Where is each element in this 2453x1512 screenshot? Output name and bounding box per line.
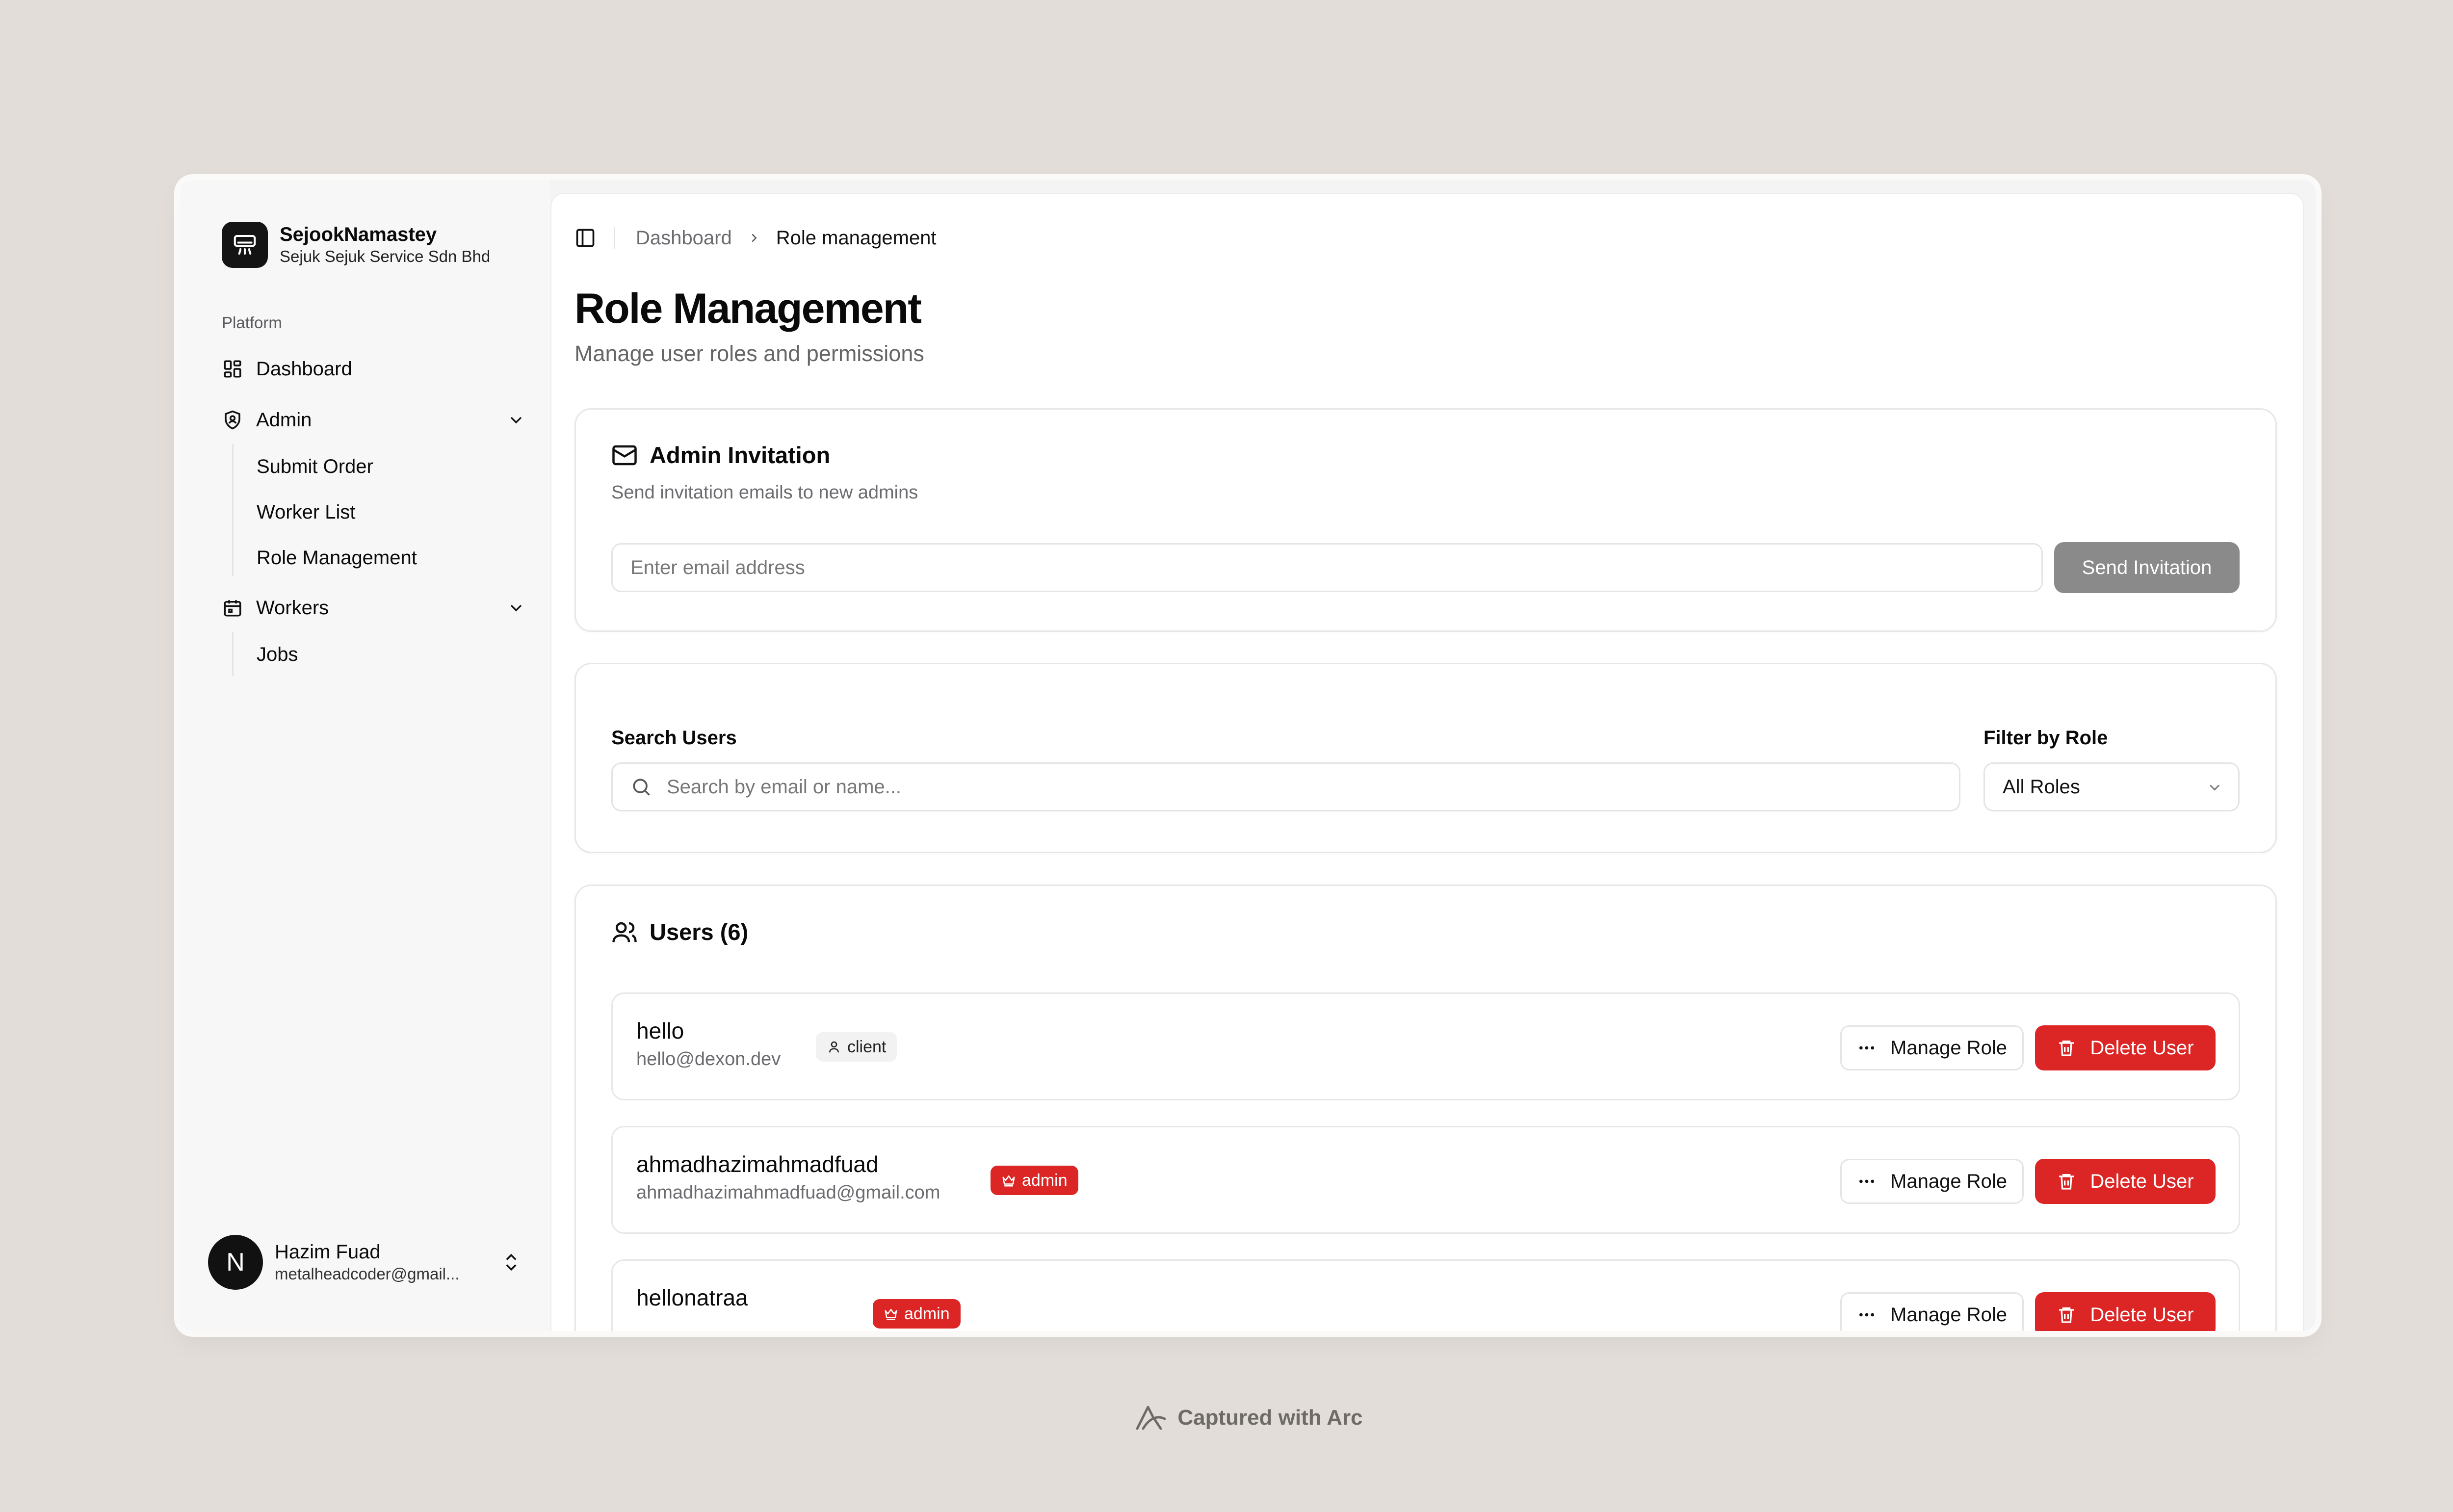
top-bar: Dashboard Role management [574, 223, 937, 253]
card-title: Admin Invitation [650, 442, 831, 468]
mail-icon [611, 442, 638, 469]
user-icon [827, 1040, 841, 1054]
brand-name: SejookNamastey [280, 224, 437, 245]
brand-logo-icon [222, 222, 268, 268]
role-badge: admin [873, 1299, 961, 1329]
chevron-right-icon [747, 231, 761, 245]
trash-icon [2057, 1172, 2076, 1191]
role-filter-value: All Roles [2003, 776, 2080, 798]
admin-invitation-card: Admin Invitation Send invitation emails … [574, 408, 2277, 632]
users-card: Users (6) hello hello@dexon.dev client M… [574, 885, 2277, 1331]
sidebar-item-admin[interactable]: Admin [222, 400, 526, 440]
sidebar-item-label: Dashboard [256, 358, 352, 380]
chevron-down-icon [2206, 779, 2223, 796]
capture-footer: Captured with Arc [0, 1403, 2453, 1433]
crown-icon [884, 1306, 898, 1321]
role-badge-label: client [847, 1037, 887, 1056]
delete-user-label: Delete User [2090, 1170, 2194, 1192]
user-menu[interactable]: N Hazim Fuad metalheadcoder@gmail... [208, 1235, 522, 1290]
page-subtitle: Manage user roles and permissions [574, 341, 924, 366]
breadcrumb-dashboard[interactable]: Dashboard [636, 227, 732, 249]
user-row-name: hello [636, 1018, 684, 1043]
invite-email-input[interactable]: Enter email address [611, 543, 2043, 592]
brand-company: Sejuk Sejuk Service Sdn Bhd [280, 247, 491, 265]
chevron-down-icon [506, 598, 526, 618]
card-description: Send invitation emails to new admins [611, 482, 918, 503]
user-row-email: ahmadhazimahmadfuad@gmail.com [636, 1182, 940, 1203]
submenu-guide [232, 444, 234, 576]
user-row-name: hellonatraa [636, 1285, 748, 1310]
arc-logo-icon [1133, 1403, 1169, 1433]
send-invitation-button[interactable]: Send Invitation [2054, 542, 2240, 593]
sidebar-item-label: Workers [256, 597, 329, 619]
delete-user-button[interactable]: Delete User [2035, 1292, 2216, 1331]
manage-role-label: Manage Role [1890, 1170, 2007, 1192]
shield-user-icon [222, 409, 243, 431]
brand-switcher[interactable]: SejookNamastey Sejuk Sejuk Service Sdn B… [222, 222, 490, 268]
filter-role-label: Filter by Role [1983, 727, 2108, 749]
sidebar-item-submit-order[interactable]: Submit Order [257, 447, 373, 486]
user-row: hello hello@dexon.dev client Manage Role [611, 992, 2240, 1100]
user-row: hellonatraa admin Manage Role Delete Use… [611, 1259, 2240, 1331]
sidebar-toggle-icon[interactable] [574, 227, 596, 249]
main-content: Dashboard Role management Role Managemen… [550, 193, 2304, 1331]
breadcrumb-current: Role management [776, 227, 937, 249]
search-placeholder: Search by email or name... [667, 776, 901, 798]
users-title: Users (6) [650, 919, 749, 945]
role-badge-label: admin [904, 1304, 950, 1323]
users-icon [611, 919, 638, 945]
app-window: SejookNamastey Sejuk Sejuk Service Sdn B… [180, 180, 2316, 1331]
trash-icon [2057, 1305, 2076, 1325]
role-badge-label: admin [1022, 1171, 1068, 1190]
manage-role-label: Manage Role [1890, 1303, 2007, 1326]
user-row: ahmadhazimahmadfuad ahmadhazimahmadfuad@… [611, 1126, 2240, 1234]
manage-role-button[interactable]: Manage Role [1840, 1025, 2024, 1070]
user-row-name: ahmadhazimahmadfuad [636, 1151, 879, 1177]
chevrons-up-down-icon [500, 1251, 522, 1276]
search-input[interactable]: Search by email or name... [611, 762, 1960, 811]
manage-role-label: Manage Role [1890, 1037, 2007, 1059]
role-badge: admin [991, 1166, 1078, 1195]
sidebar-item-role-management[interactable]: Role Management [257, 538, 417, 577]
more-horizontal-icon [1857, 1038, 1877, 1058]
calendar-icon [222, 597, 243, 619]
sidebar-item-workers[interactable]: Workers [222, 588, 526, 627]
capture-footer-text: Captured with Arc [1177, 1406, 1363, 1430]
sidebar-item-label: Admin [256, 409, 312, 431]
more-horizontal-icon [1857, 1305, 1877, 1325]
chevron-down-icon [506, 410, 526, 430]
divider [614, 227, 615, 249]
sidebar: SejookNamastey Sejuk Sejuk Service Sdn B… [180, 180, 550, 1331]
crown-icon [1001, 1173, 1016, 1188]
user-row-email: hello@dexon.dev [636, 1049, 781, 1069]
page-title: Role Management [574, 285, 922, 332]
search-icon [630, 776, 652, 798]
sidebar-item-dashboard[interactable]: Dashboard [222, 349, 352, 389]
layout-grid-icon [222, 358, 243, 380]
filters-card: Search Users Search by email or name... … [574, 663, 2277, 853]
delete-user-label: Delete User [2090, 1037, 2194, 1059]
delete-user-button[interactable]: Delete User [2035, 1025, 2216, 1070]
role-badge: client [816, 1032, 897, 1062]
more-horizontal-icon [1857, 1172, 1877, 1191]
user-name: Hazim Fuad [275, 1241, 381, 1263]
nav-group-label: Platform [222, 313, 282, 332]
role-filter-select[interactable]: All Roles [1983, 762, 2240, 811]
trash-icon [2057, 1038, 2076, 1058]
avatar: N [208, 1235, 263, 1290]
search-label: Search Users [611, 727, 737, 749]
manage-role-button[interactable]: Manage Role [1840, 1292, 2024, 1331]
sidebar-item-jobs[interactable]: Jobs [257, 635, 298, 674]
manage-role-button[interactable]: Manage Role [1840, 1159, 2024, 1204]
submenu-guide [232, 632, 234, 676]
sidebar-item-worker-list[interactable]: Worker List [257, 493, 356, 532]
user-email: metalheadcoder@gmail... [275, 1265, 460, 1283]
delete-user-label: Delete User [2090, 1303, 2194, 1326]
delete-user-button[interactable]: Delete User [2035, 1159, 2216, 1204]
